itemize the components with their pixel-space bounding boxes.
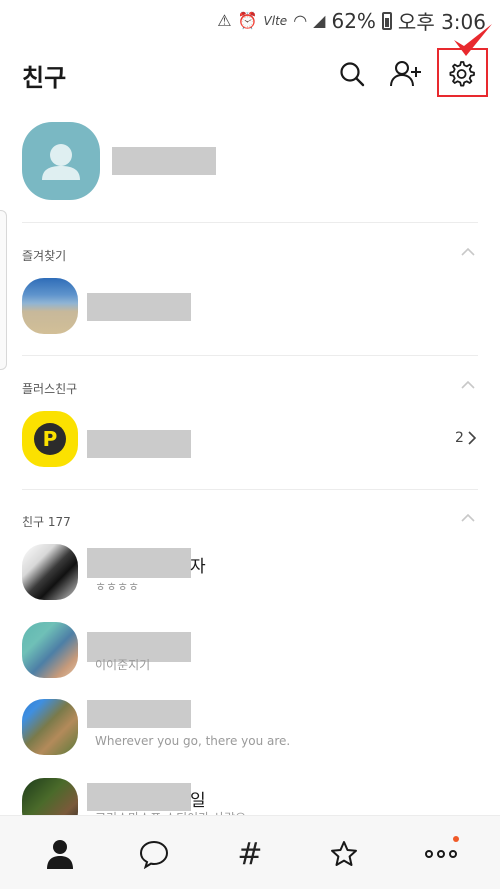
friends-section-header: 친구 177 (22, 515, 71, 529)
hash-icon: # (237, 836, 263, 872)
side-drawer-handle[interactable] (0, 210, 7, 370)
my-profile-name[interactable] (112, 147, 216, 175)
plus-friends-count-value: 2 (455, 430, 464, 446)
plus-friend-avatar[interactable]: P (22, 411, 78, 467)
nav-chats-tab[interactable] (134, 836, 174, 872)
nav-more-tab[interactable] (421, 836, 461, 872)
nav-openchat-tab[interactable]: # (230, 836, 270, 872)
favorite-friend-name[interactable] (87, 293, 191, 321)
friend-avatar[interactable] (22, 544, 78, 600)
my-profile-avatar[interactable] (22, 122, 100, 200)
status-icons: ⚠ ⏰ Vlte ◠ ◢ 62% 오후 3:06 (217, 6, 486, 35)
chat-bubble-icon (139, 840, 169, 869)
alarm-icon: ⏰ (237, 11, 258, 30)
checkmark-icon (454, 24, 492, 56)
data-saver-icon: ⚠ (217, 11, 232, 30)
wifi-icon: ◠ (293, 11, 308, 30)
search-icon (340, 62, 365, 87)
chevron-up-icon[interactable] (461, 379, 475, 389)
friend-status-message: Wherever you go, there you are. (95, 734, 291, 748)
plus-friends-section-header: 플러스친구 (22, 382, 78, 396)
chevron-up-icon[interactable] (461, 512, 475, 522)
add-friend-icon (390, 61, 421, 87)
plus-friend-name[interactable] (87, 430, 191, 458)
star-icon (331, 841, 357, 866)
search-button[interactable] (332, 54, 372, 94)
favorites-section-header: 즐겨찾기 (22, 249, 67, 263)
chevron-right-icon (468, 431, 477, 445)
plus-friends-count[interactable]: 2 (455, 430, 477, 446)
header: 친구 (0, 48, 500, 100)
friend-name[interactable] (87, 783, 191, 811)
page-title: 친구 (22, 64, 67, 92)
new-badge-dot (453, 836, 459, 842)
friend-name-suffix: 일 (190, 791, 206, 811)
chevron-up-icon[interactable] (461, 246, 475, 256)
network-label: Vlte (263, 13, 288, 28)
friend-status-message: 이이준지기 (95, 658, 151, 672)
battery-icon (381, 11, 392, 30)
friend-name-suffix: 자 (190, 557, 206, 577)
nav-view-tab[interactable] (324, 836, 364, 872)
friend-name[interactable] (87, 700, 191, 728)
bottom-nav: # (0, 815, 500, 889)
friend-name[interactable] (87, 548, 191, 578)
more-icon (425, 850, 457, 858)
friend-status-message: ㅎㅎㅎㅎ (95, 580, 140, 594)
divider (22, 489, 478, 490)
nav-friends-tab[interactable] (40, 836, 80, 872)
favorite-friend-avatar[interactable] (22, 278, 78, 334)
friend-avatar[interactable] (22, 622, 78, 678)
battery-percent: 62% (331, 8, 376, 33)
divider (22, 355, 478, 356)
divider (22, 222, 478, 223)
person-icon (47, 840, 73, 869)
plus-friend-logo-icon: P (34, 423, 66, 455)
status-bar: ⚠ ⏰ Vlte ◠ ◢ 62% 오후 3:06 (0, 0, 500, 36)
friend-avatar[interactable] (22, 699, 78, 755)
add-friend-button[interactable] (386, 54, 426, 94)
signal-icon: ◢ (313, 11, 326, 30)
default-profile-icon (42, 144, 80, 180)
